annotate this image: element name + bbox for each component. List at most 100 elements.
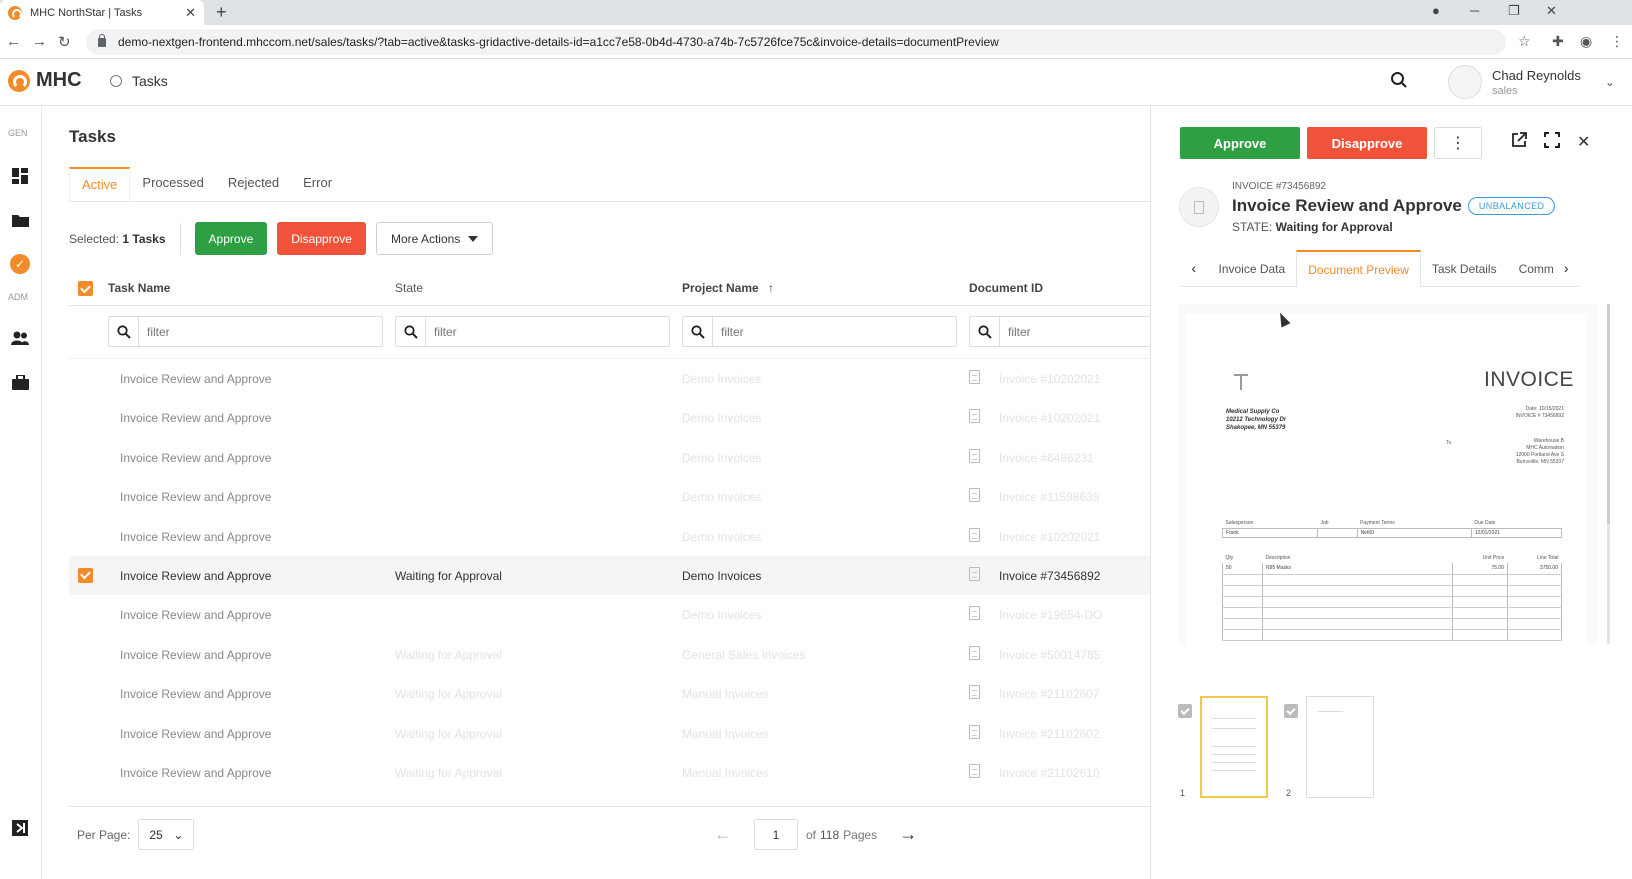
user-role: sales (1492, 84, 1518, 97)
thumbnail-page-1[interactable] (1200, 696, 1268, 798)
project-name-filter[interactable] (682, 316, 957, 347)
profile-icon[interactable]: ◉ (1580, 33, 1592, 50)
profile-menu-icon[interactable]: ● (1432, 3, 1440, 18)
column-document-id[interactable]: Document ID (969, 281, 1043, 295)
restore-icon[interactable]: ❐ (1508, 3, 1520, 19)
reload-icon[interactable]: ↻ (58, 33, 71, 51)
document-id-cell[interactable]: Invoice #73456892 (999, 569, 1100, 583)
preview-scrollbar[interactable] (1607, 304, 1610, 644)
state-filter-input[interactable] (426, 324, 589, 339)
state-filter[interactable] (395, 316, 670, 347)
column-task-name[interactable]: Task Name (108, 281, 170, 295)
tasks-icon[interactable]: ✓ (10, 254, 30, 274)
table-row[interactable]: Invoice Review and Approve Waiting for A… (69, 714, 1150, 753)
thumbnail-checkbox[interactable] (1178, 704, 1192, 718)
table-row[interactable]: Invoice Review and Approve Demo Invoices… (69, 359, 1150, 398)
chevron-right-icon[interactable]: › (1553, 260, 1580, 276)
tab-processed[interactable]: Processed (130, 167, 215, 201)
browser-tab-title: MHC NorthStar | Tasks (30, 6, 143, 19)
tab-invoice-data[interactable]: Invoice Data (1207, 251, 1296, 286)
document-id-cell[interactable]: Invoice #10202021 (999, 372, 1100, 386)
mhc-favicon-icon (8, 5, 22, 20)
tab-active[interactable]: Active (69, 167, 131, 201)
document-id-filter-input[interactable] (1000, 324, 1120, 339)
previous-page-icon[interactable]: ← (714, 824, 732, 845)
document-preview[interactable]: INVOICE Medical Supply Co 10212 Technolo… (1178, 304, 1598, 644)
dashboard-icon[interactable] (10, 166, 30, 186)
bookmark-star-icon[interactable]: ☆ (1518, 33, 1531, 50)
minimize-icon[interactable]: ─ (1470, 3, 1479, 18)
page-thumbnail[interactable]: 2 (1284, 696, 1390, 806)
document-id-cell[interactable]: Invoice #19654-DO (999, 608, 1102, 622)
next-page-icon[interactable]: → (899, 824, 917, 845)
task-name-filter-input[interactable] (139, 324, 302, 339)
thumbnail-page-2[interactable] (1306, 696, 1374, 798)
users-icon[interactable] (10, 328, 30, 348)
page-number-input[interactable]: 1 (754, 819, 798, 850)
fullscreen-icon[interactable] (1544, 132, 1560, 153)
select-all-checkbox[interactable] (78, 281, 93, 296)
per-page-select[interactable]: 25 ⌄ (138, 819, 195, 850)
disapprove-button[interactable]: Disapprove (277, 222, 366, 255)
per-page: Per Page: 25 ⌄ (77, 819, 195, 850)
table-row[interactable]: Invoice Review and Approve Waiting for A… (69, 753, 1150, 784)
document-id-cell[interactable]: Invoice #21102602 (999, 727, 1100, 741)
search-icon[interactable] (1390, 71, 1408, 94)
panel-disapprove-button[interactable]: Disapprove (1307, 127, 1427, 159)
document-id-cell[interactable]: Invoice #10202021 (999, 530, 1100, 544)
thumbnail-checkbox[interactable] (1284, 704, 1298, 718)
table-row[interactable]: Invoice Review and Approve Demo Invoices… (69, 477, 1150, 516)
search-icon (396, 317, 426, 346)
lock-icon (98, 33, 106, 47)
open-external-icon[interactable] (1511, 132, 1527, 153)
document-id-cell[interactable]: Invoice #21102607 (999, 687, 1100, 701)
collapse-sidebar-icon[interactable] (10, 818, 30, 838)
folder-icon[interactable] (10, 210, 30, 230)
task-name-filter[interactable] (108, 316, 383, 347)
document-id-cell[interactable]: Invoice #11598639 (999, 490, 1100, 504)
url-field[interactable]: demo-nextgen-frontend.mhccom.net/sales/t… (86, 29, 1506, 55)
table-row[interactable]: Invoice Review and Approve Demo Invoices… (69, 595, 1150, 634)
tab-rejected[interactable]: Rejected (216, 167, 291, 201)
new-tab-icon[interactable]: + (216, 2, 227, 23)
document-id-cell[interactable]: Invoice #50014785 (999, 648, 1100, 662)
project-name-filter-input[interactable] (713, 324, 876, 339)
table-row[interactable]: Invoice Review and Approve Waiting for A… (69, 635, 1150, 674)
invoice-date-block: Date: 10/15/2021 INVOICE # 73456892 (1504, 406, 1564, 420)
more-options-icon[interactable]: ⋮ (1434, 127, 1482, 159)
browser-menu-icon[interactable]: ⋮ (1610, 33, 1624, 50)
row-checkbox[interactable] (78, 567, 93, 583)
close-tab-icon[interactable]: ✕ (185, 5, 196, 21)
document-id-cell[interactable]: Invoice #10202021 (999, 411, 1100, 425)
forward-icon[interactable]: → (32, 33, 47, 50)
tab-document-preview[interactable]: Document Preview (1296, 250, 1421, 287)
chevron-left-icon[interactable]: ‹ (1180, 260, 1207, 276)
document-id-cell[interactable]: Invoice #6486231 (999, 451, 1094, 465)
column-project-name[interactable]: Project Name ↑ (682, 281, 774, 295)
table-row[interactable]: Invoice Review and Approve Demo Invoices… (69, 517, 1150, 556)
more-actions-button[interactable]: More Actions (375, 222, 494, 255)
approve-button[interactable]: Approve (194, 222, 268, 255)
back-icon[interactable]: ← (6, 33, 21, 50)
user-menu[interactable]: Chad Reynolds sales ⌄ (1448, 65, 1615, 99)
table-row[interactable]: Invoice Review and Approve Waiting for A… (69, 674, 1150, 713)
document-id-filter[interactable] (969, 316, 1150, 347)
tab-error[interactable]: Error (291, 167, 344, 201)
tab-comments[interactable]: Comm (1508, 251, 1553, 286)
extensions-icon[interactable]: ✚ (1552, 33, 1564, 50)
close-panel-icon[interactable]: ✕ (1577, 132, 1590, 152)
task-name-cell: Invoice Review and Approve (120, 726, 272, 741)
table-row[interactable]: Invoice Review and Approve Demo Invoices… (69, 438, 1150, 477)
browser-tab-bar: MHC NorthStar | Tasks ✕ + ● ─ ❐ ✕ (0, 0, 1632, 25)
tab-task-details[interactable]: Task Details (1421, 251, 1508, 286)
mhc-logo[interactable]: MHC (8, 69, 82, 92)
browser-tab[interactable]: MHC NorthStar | Tasks ✕ (0, 0, 204, 25)
column-state[interactable]: State (395, 281, 423, 295)
close-window-icon[interactable]: ✕ (1546, 3, 1557, 19)
table-row[interactable]: Invoice Review and Approve Demo Invoices… (69, 398, 1150, 437)
page-thumbnail[interactable]: 1 (1178, 696, 1284, 806)
briefcase-icon[interactable] (10, 372, 30, 392)
panel-approve-button[interactable]: Approve (1180, 127, 1300, 159)
table-row-selected[interactable]: Invoice Review and Approve Waiting for A… (69, 555, 1150, 596)
document-id-cell[interactable]: Invoice #21102610 (999, 766, 1100, 780)
